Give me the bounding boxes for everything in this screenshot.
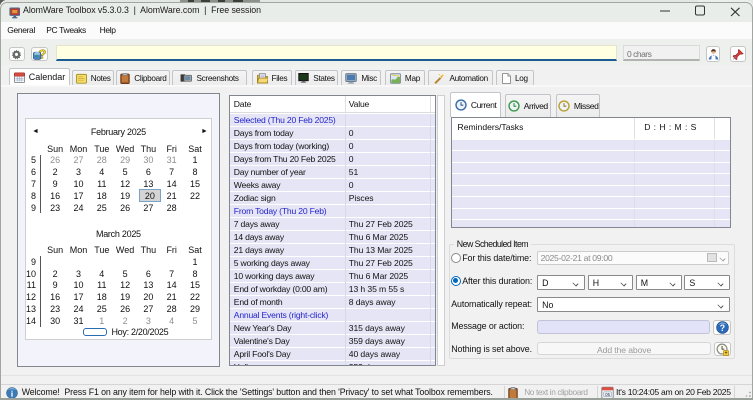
svg-text:05: 05 (605, 392, 610, 397)
svg-text:?: ? (38, 48, 46, 60)
svg-text:?: ? (720, 323, 725, 333)
